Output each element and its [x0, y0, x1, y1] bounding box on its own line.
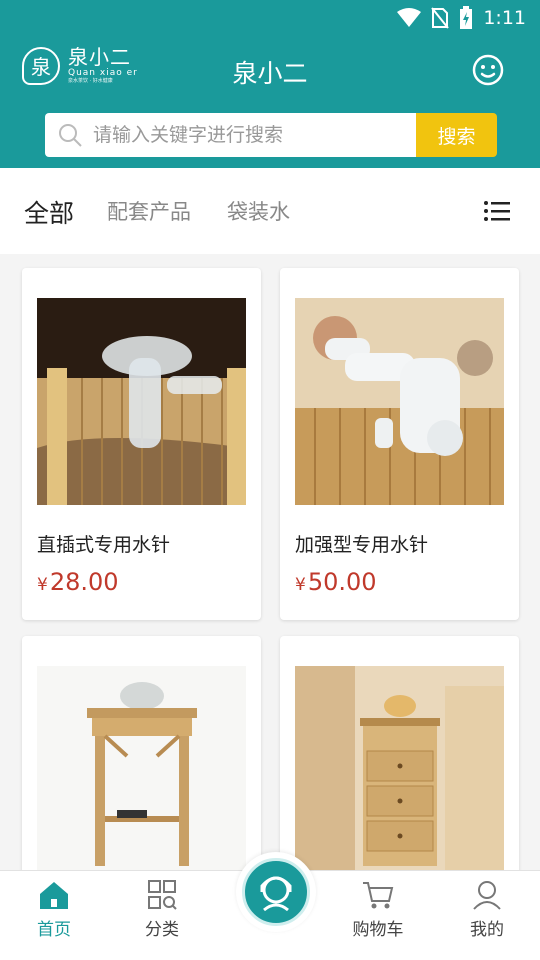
smile-icon[interactable]	[472, 54, 504, 86]
product-image[interactable]	[295, 666, 504, 873]
list-view-icon[interactable]	[484, 200, 510, 222]
customer-service-icon	[260, 876, 292, 912]
page-title: 泉小二	[232, 59, 308, 88]
nav-category[interactable]: 分类	[122, 879, 202, 940]
product-card[interactable]: 直插式专用水针 ¥ 28.00	[22, 268, 261, 620]
status-icons: 1:11	[397, 6, 526, 30]
wifi-icon	[397, 8, 422, 27]
user-icon	[473, 881, 501, 910]
category-grid-icon	[148, 880, 177, 910]
product-image[interactable]	[37, 298, 246, 505]
nav-home[interactable]: 首页	[14, 879, 94, 940]
status-bar: 1:11	[0, 0, 540, 36]
product-price: ¥ 50.00	[295, 568, 377, 596]
customer-service-button[interactable]	[236, 852, 316, 932]
product-image[interactable]	[37, 666, 246, 873]
status-time: 1:11	[483, 7, 526, 29]
category-tabs: 全部 配套产品 袋装水	[0, 168, 540, 254]
search-box	[45, 113, 417, 157]
no-sim-icon	[431, 7, 450, 29]
product-price: ¥ 28.00	[37, 568, 119, 596]
search-input[interactable]	[93, 124, 393, 146]
product-card[interactable]: 加强型专用水针 ¥ 50.00	[280, 268, 519, 620]
product-name[interactable]: 加强型专用水针	[295, 530, 428, 557]
app-header: 泉 泉小二 Quan xiao er 泉水茶饮 · 好水健康 泉小二 搜索	[0, 36, 540, 168]
nav-profile[interactable]: 我的	[447, 879, 527, 940]
tab-bagged-water[interactable]: 袋装水	[227, 196, 290, 226]
tab-all[interactable]: 全部	[24, 194, 74, 230]
search-button[interactable]: 搜索	[416, 113, 497, 157]
battery-icon	[460, 6, 473, 29]
nav-cart[interactable]: 购物车	[338, 879, 418, 940]
product-image[interactable]	[295, 298, 504, 505]
search-icon	[59, 124, 82, 147]
product-name[interactable]: 直插式专用水针	[37, 530, 170, 557]
home-icon	[40, 882, 68, 909]
tab-accessories[interactable]: 配套产品	[107, 196, 191, 226]
cart-icon	[363, 882, 394, 909]
